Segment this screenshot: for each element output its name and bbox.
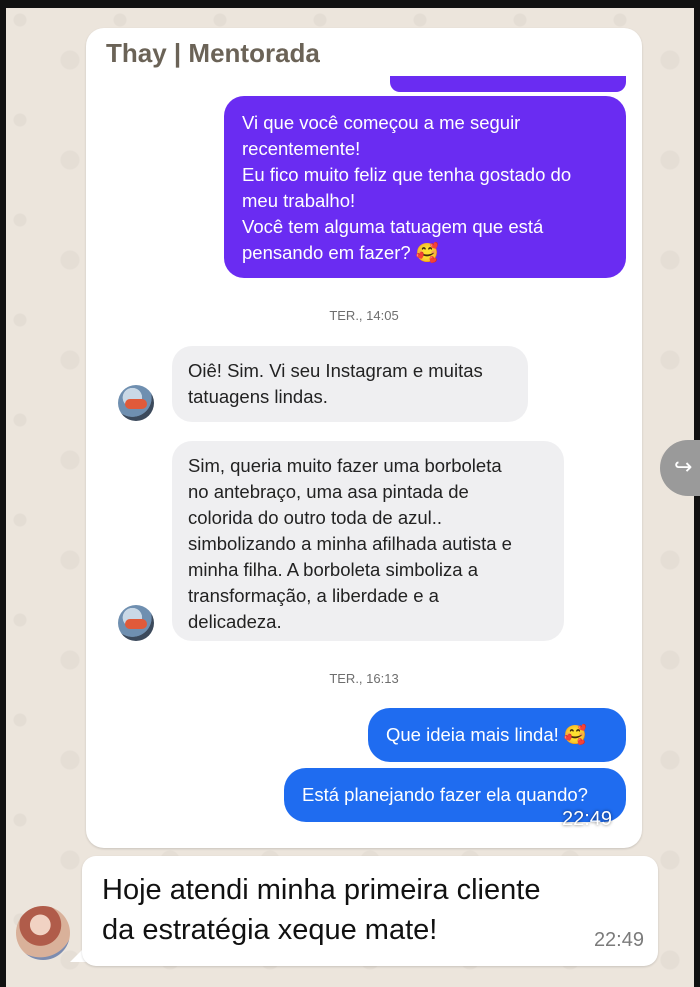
message-line: Eu fico muito feliz que tenha gostado do — [242, 164, 572, 185]
message-line: colorida do outro toda de azul.. — [188, 507, 443, 528]
timestamp: TER., 16:13 — [329, 671, 399, 686]
left-edge — [0, 0, 6, 987]
timestamp: TER., 14:05 — [329, 308, 399, 323]
message-line: transformação, a liberdade e a — [188, 585, 439, 606]
message-line: recentemente! — [242, 138, 361, 159]
cropped-message-bubble — [390, 76, 626, 92]
caption-timestamp: 22:49 — [593, 929, 644, 951]
share-arrow-icon: ↪ — [674, 454, 693, 479]
message-line: tatuagens lindas. — [188, 386, 328, 407]
message-line: simbolizando a minha afilhada autista e — [188, 533, 512, 554]
caption-text: Hoje atendi minha primeira cliente da es… — [102, 874, 541, 946]
message-line: meu trabalho! — [242, 190, 356, 211]
incoming-message-1: Oiê! Sim. Vi seu Instagram e muitas tatu… — [172, 346, 528, 422]
message-line: delicadeza. — [188, 611, 282, 632]
message-line: Oiê! Sim. Vi seu Instagram e muitas — [188, 360, 483, 381]
top-edge — [0, 0, 700, 8]
sender-avatar[interactable] — [16, 906, 70, 960]
outgoing-message-1: Vi que você começou a me seguir recentem… — [224, 96, 626, 278]
message-line: Sim, queria muito fazer uma borboleta — [188, 455, 502, 476]
overlay-timestamp: 22:49 — [562, 808, 613, 830]
avatar — [118, 605, 154, 641]
outgoing-message-2: Que ideia mais linda! 🥰 — [368, 708, 626, 762]
incoming-message-2: Sim, queria muito fazer uma borboleta no… — [172, 441, 564, 641]
avatar — [118, 385, 154, 421]
screenshot-card[interactable]: Thay | Mentorada Vi que você começou a m… — [86, 28, 642, 848]
message-line: Vi que você começou a me seguir — [242, 112, 521, 133]
caption-message[interactable]: Hoje atendi minha primeira cliente da es… — [82, 856, 658, 966]
message-line: no antebraço, uma asa pintada de — [188, 481, 469, 502]
message-line: minha filha. A borboleta simboliza a — [188, 559, 479, 580]
message-line: pensando em fazer? 🥰 — [242, 242, 439, 263]
message-line: Você tem alguma tatuagem que está — [242, 216, 544, 237]
contact-name: Thay | Mentorada — [106, 38, 320, 68]
